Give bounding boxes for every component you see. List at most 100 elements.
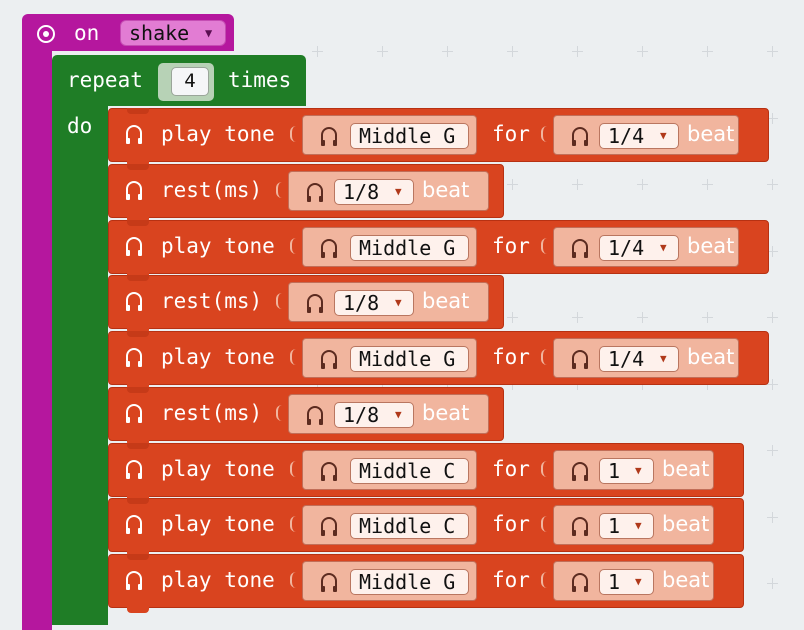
grid-cross	[767, 512, 778, 523]
beat-value: 1/8	[343, 291, 380, 315]
statement-label: play tone	[161, 345, 275, 369]
statement-label: play tone	[161, 234, 275, 258]
headphones-icon	[126, 125, 142, 144]
headphones-icon	[126, 181, 142, 200]
socket-connector	[276, 405, 284, 421]
beat-label: beat	[662, 568, 710, 592]
headphones-icon	[572, 239, 588, 258]
repeat-block-body	[52, 105, 108, 625]
headphones-icon	[307, 406, 323, 425]
headphones-icon	[572, 462, 588, 481]
beat-label: beat	[422, 178, 470, 202]
repeat-label: repeat	[67, 68, 143, 92]
headphones-icon	[572, 127, 588, 146]
statement-label: play tone	[161, 512, 275, 536]
note-dropdown[interactable]: Middle C	[350, 458, 469, 484]
triangle-down-icon: ▼	[395, 185, 402, 198]
headphones-icon	[321, 127, 337, 146]
note-dropdown[interactable]: Middle G	[350, 123, 469, 149]
beat-dropdown[interactable]: 1/8 ▼	[334, 290, 414, 316]
gesture-dropdown[interactable]: shake ▼	[120, 20, 226, 46]
headphones-icon	[307, 294, 323, 313]
grid-cross	[702, 46, 713, 57]
triangle-down-icon: ▼	[395, 296, 402, 309]
note-value: Middle C	[359, 514, 456, 538]
socket-connector	[541, 572, 549, 588]
triangle-down-icon: ▼	[660, 241, 667, 254]
beat-label: beat	[422, 401, 470, 425]
beat-dropdown[interactable]: 1 ▼	[599, 458, 654, 484]
statement-label: rest(ms)	[161, 178, 263, 202]
triangle-down-icon: ▼	[395, 408, 402, 421]
socket-connector	[541, 349, 549, 365]
triangle-down-icon: ▼	[635, 464, 642, 477]
beat-dropdown[interactable]: 1 ▼	[599, 569, 654, 595]
socket-connector	[541, 238, 549, 254]
socket-connector	[290, 238, 298, 254]
headphones-icon	[321, 573, 337, 592]
grid-cross	[767, 445, 778, 456]
grid-cross	[702, 179, 713, 190]
note-dropdown[interactable]: Middle G	[350, 235, 469, 261]
grid-cross	[637, 46, 648, 57]
headphones-icon	[321, 517, 337, 536]
grid-cross	[767, 179, 778, 190]
note-value: Middle G	[359, 347, 456, 371]
headphones-icon	[126, 515, 142, 534]
beat-dropdown[interactable]: 1/4 ▼	[599, 123, 679, 149]
headphones-icon	[321, 350, 337, 369]
beat-label: beat	[687, 234, 735, 258]
headphones-icon	[572, 517, 588, 536]
socket-connector	[290, 349, 298, 365]
socket-connector	[541, 461, 549, 477]
grid-cross	[767, 312, 778, 323]
headphones-icon	[321, 239, 337, 258]
triangle-down-icon: ▼	[660, 352, 667, 365]
headphones-icon	[572, 350, 588, 369]
headphones-icon	[126, 292, 142, 311]
for-label: for	[492, 568, 530, 592]
for-label: for	[492, 122, 530, 146]
grid-cross	[767, 578, 778, 589]
beat-dropdown[interactable]: 1/4 ▼	[599, 346, 679, 372]
headphones-icon	[126, 237, 142, 256]
grid-cross	[572, 312, 583, 323]
for-label: for	[492, 457, 530, 481]
socket-connector	[290, 516, 298, 532]
note-dropdown[interactable]: Middle C	[350, 513, 469, 539]
radio-target-icon	[37, 25, 55, 43]
beat-dropdown[interactable]: 1 ▼	[599, 513, 654, 539]
triangle-down-icon: ▼	[205, 26, 213, 40]
statement-label: rest(ms)	[161, 289, 263, 313]
do-label: do	[67, 114, 93, 138]
socket-connector	[541, 126, 549, 142]
beat-value: 1/4	[608, 347, 645, 371]
beat-dropdown[interactable]: 1/8 ▼	[334, 179, 414, 205]
socket-connector	[541, 516, 549, 532]
grid-cross	[442, 46, 453, 57]
beat-value: 1/8	[343, 180, 380, 204]
grid-cross	[572, 179, 583, 190]
note-dropdown[interactable]: Middle G	[350, 346, 469, 372]
block-notch	[127, 607, 149, 613]
socket-connector	[290, 572, 298, 588]
grid-cross	[767, 46, 778, 57]
beat-dropdown[interactable]: 1/4 ▼	[599, 235, 679, 261]
headphones-icon	[126, 571, 142, 590]
beat-value: 1/4	[608, 124, 645, 148]
statement-label: play tone	[161, 457, 275, 481]
note-value: Middle G	[359, 236, 456, 260]
grid-cross	[312, 46, 323, 57]
for-label: for	[492, 512, 530, 536]
beat-label: beat	[422, 289, 470, 313]
grid-cross	[507, 179, 518, 190]
grid-cross	[507, 46, 518, 57]
note-dropdown[interactable]: Middle G	[350, 569, 469, 595]
beat-label: beat	[662, 457, 710, 481]
event-block-body	[22, 50, 52, 630]
beat-dropdown[interactable]: 1/8 ▼	[334, 402, 414, 428]
headphones-icon	[126, 460, 142, 479]
statement-label: play tone	[161, 122, 275, 146]
repeat-count-field[interactable]: 4	[171, 67, 209, 96]
beat-value: 1	[608, 459, 621, 483]
